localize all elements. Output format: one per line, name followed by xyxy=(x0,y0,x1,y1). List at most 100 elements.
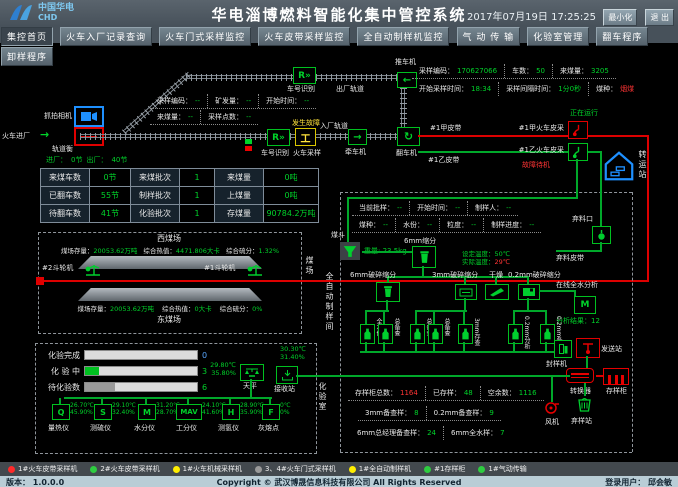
sample-bottle[interactable] xyxy=(378,324,393,344)
bar1-label: 化验完成 xyxy=(44,351,80,360)
info-cell: 存样柜总数：1164 xyxy=(348,386,426,400)
proximate-analyzer-label: 工分仪 xyxy=(176,424,197,432)
info-cell: 煤种：-- xyxy=(352,218,396,232)
fan-line xyxy=(551,377,553,402)
moisture-analyzer-icon[interactable]: M xyxy=(574,296,596,314)
east-yard-info: 煤场存量：20053.62万吨 综合热值：0大卡 综合硫分：0% xyxy=(44,303,296,313)
fault-status-label: 发生故障 xyxy=(292,119,320,127)
tab-belt-sampling[interactable]: 火车皮带采样监控 xyxy=(258,27,350,46)
receive-station-label: 接收站 xyxy=(274,385,295,393)
sealer-icon[interactable] xyxy=(554,340,572,358)
prep-room-label: 全自动制样间 xyxy=(325,272,334,332)
mid-panel-bottom-border xyxy=(340,452,632,453)
proximate-analyzer-icon[interactable]: MAV xyxy=(176,404,202,420)
train-in-label: 火车进厂 xyxy=(2,132,30,140)
signal-red xyxy=(245,146,252,151)
storage-info-row2: 3mm备查样：8 0.2mm备查样：9 xyxy=(358,406,501,421)
sample-bottle[interactable] xyxy=(508,324,523,344)
sample-bottle[interactable] xyxy=(458,324,473,344)
sample-bottle[interactable] xyxy=(428,324,443,344)
coal-hopper-icon[interactable] xyxy=(340,242,360,260)
fan-label: 风机 xyxy=(545,418,559,426)
discard-station-icon[interactable] xyxy=(577,396,592,413)
sulfur-analyzer-icon[interactable]: S xyxy=(94,404,112,420)
yard-side-label: 煤场 xyxy=(305,256,314,276)
tab-train-entry-records[interactable]: 火车入厂记录查询 xyxy=(60,27,152,46)
crusher6-icon[interactable] xyxy=(376,282,400,302)
minimize-button[interactable]: 最小化 xyxy=(603,9,637,26)
storage-cabinet-label: 存样柜 xyxy=(606,387,627,395)
copyright-text: Copyright © 武汉博晟信息科技有限公司 All Rights Rese… xyxy=(0,477,678,487)
info-cell: 已存样：48 xyxy=(426,386,481,400)
car-puller-icon[interactable]: → xyxy=(348,129,367,145)
bar2-track xyxy=(84,366,198,376)
status-dot xyxy=(173,466,180,473)
belt-sampler-a-label: #1甲火车皮采 xyxy=(496,124,564,132)
legend-item: 1#火车机械采样机 xyxy=(173,464,242,474)
splitter6-icon[interactable] xyxy=(412,246,436,268)
yard-belt-end xyxy=(36,277,44,285)
tab-home[interactable]: 集控首页 xyxy=(1,27,53,46)
moisture-meter-icon[interactable]: M xyxy=(138,404,156,420)
crusher3-icon[interactable] xyxy=(455,284,477,300)
receive-station-icon[interactable] xyxy=(276,366,298,384)
online-analysis-label: 在线全水分析 xyxy=(556,281,598,289)
branch-line xyxy=(365,310,367,324)
stacker2-label: #2斗轮机 xyxy=(42,264,73,272)
send-station-icon[interactable] xyxy=(576,338,600,358)
status-dot xyxy=(424,466,431,473)
dryer-icon[interactable] xyxy=(485,284,509,300)
tab-gantry-sampling[interactable]: 火车门式采样监控 xyxy=(159,27,251,46)
exit-button[interactable]: 退 出 xyxy=(645,9,674,26)
sample-bottle[interactable] xyxy=(360,324,375,344)
calorimeter-icon[interactable]: Q xyxy=(52,404,70,420)
converter-icon[interactable] xyxy=(566,368,594,383)
scada-main-screen: 中国华电 CHD 华电淄博燃料智能化集中管控系统 2017年07月19日 17:… xyxy=(0,0,678,487)
rfid-bottom-icon[interactable]: R» xyxy=(267,129,290,146)
transfer-station-label: 转运站 xyxy=(638,150,647,180)
sample-bottle[interactable] xyxy=(410,324,425,344)
mid-panel-right-border xyxy=(632,192,633,452)
hopper-to-splitter-line xyxy=(362,251,412,253)
bar3-fill xyxy=(85,383,115,391)
bottle-label: 总备查 xyxy=(442,318,450,336)
belt-sampler-b-icon[interactable] xyxy=(568,143,588,161)
crusher02-icon[interactable] xyxy=(518,284,540,300)
entry-track-label: 入厂轨道 xyxy=(320,122,348,130)
tab-dumper-program[interactable]: 翻车程序 xyxy=(596,27,648,46)
tab-lab-management[interactable]: 化验室管理 xyxy=(527,27,589,46)
rfid-top-icon[interactable]: R» xyxy=(293,67,316,84)
collector-drop xyxy=(513,342,515,351)
fan-icon[interactable] xyxy=(543,400,560,415)
belt-sampler-a-icon[interactable] xyxy=(568,121,588,139)
tab-auto-prep-monitor[interactable]: 全自动制样机监控 xyxy=(357,27,449,46)
belt-b-label: #1乙皮带 xyxy=(428,156,459,164)
tab-pneumatic-transfer[interactable]: 气 动 传 输 xyxy=(457,27,521,46)
hydrogen-analyzer-icon[interactable]: H xyxy=(222,404,240,420)
in-count-label: 进厂： xyxy=(46,155,67,165)
collector-drop xyxy=(463,342,465,351)
info-cell: 来煤量：-- xyxy=(150,110,201,124)
stacker1-icon[interactable] xyxy=(246,260,264,277)
storage-cabinet-icon[interactable] xyxy=(603,368,629,385)
train-sampler-icon[interactable]: 工 xyxy=(295,128,316,146)
train-in-arrow-icon: → xyxy=(40,128,49,141)
stacker2-icon[interactable] xyxy=(84,260,102,277)
collector-drop xyxy=(365,342,367,351)
status-dot xyxy=(255,466,262,473)
tab-unload-program[interactable]: 卸样程序 xyxy=(1,47,53,66)
capture-camera-icon[interactable] xyxy=(74,106,104,127)
legend-bar: 1#火车皮带采样机 2#火车皮带采样机 1#火车机械采样机 3、4#火车门式采样… xyxy=(0,462,678,476)
ash-fusion-icon[interactable]: F xyxy=(262,404,280,420)
prep-info-row1: 当前批样：-- 开始时间：-- 制样人：-- xyxy=(352,201,518,216)
info-cell: 煤种：烟煤 xyxy=(589,82,641,96)
transfer-station-icon[interactable] xyxy=(604,150,634,182)
send-converter-line xyxy=(586,356,588,368)
lab-room-label: 化验室 xyxy=(318,382,327,412)
car-dumper-icon[interactable]: ↻ xyxy=(397,127,420,146)
pneumatic-line xyxy=(296,375,570,377)
info-cell: 采样编码：170627066 xyxy=(412,64,505,78)
balance-icon[interactable] xyxy=(240,364,264,381)
sample-bottle[interactable] xyxy=(540,324,555,344)
branch-line xyxy=(513,310,547,312)
